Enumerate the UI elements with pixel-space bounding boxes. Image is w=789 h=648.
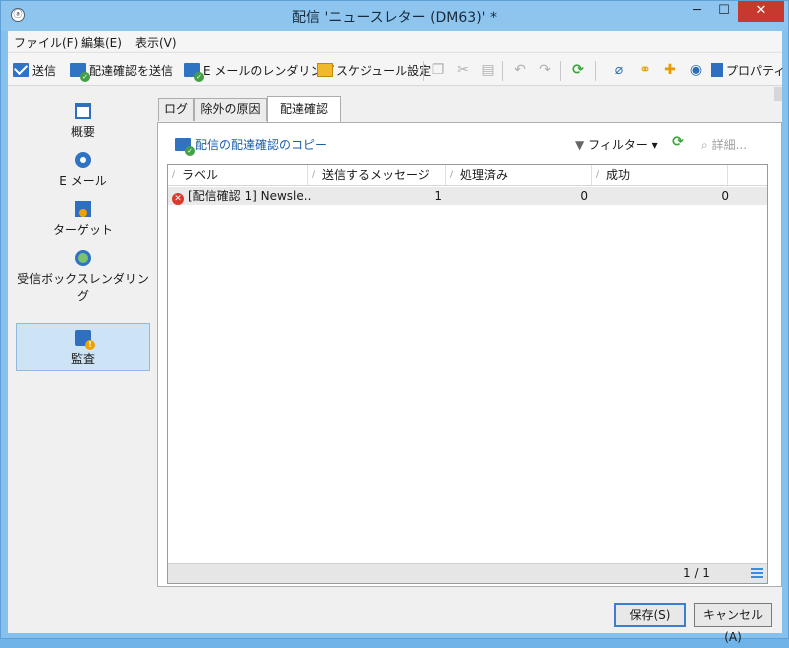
send-proof-label: 配達確認を送信 [89,63,174,78]
send-proof-button[interactable]: 配達確認を送信 [70,61,174,82]
toolbar-separator [502,61,503,81]
grid-footer: 1 / 1 [168,563,767,583]
proofs-panel: 配信の配達確認のコピー ▼ フィルター ▾ ⟳ ⌕ 詳細... ラベル 送信する… [157,122,782,587]
sidebar-item-label: 監査 [70,352,95,366]
sidebar-item-overview[interactable]: 概要 [16,103,150,147]
title-bar[interactable]: ⓐ 配信 'ニュースレター (DM63)' * ─ ☐ ✕ [1,1,788,31]
cut-icon[interactable]: ✂ [454,61,472,79]
clipboard-icon [711,63,723,77]
chevron-down-icon: ▾ [651,138,658,152]
toolbar: 送信 配達確認を送信 E メールのレンダリング スケジュール設定 ❐ ✂ ▤ ↶… [8,52,785,86]
cancel-button[interactable]: キャンセル(A) [694,603,772,644]
toolbar-separator [423,61,424,81]
send-label: 送信 [32,63,57,78]
target-icon [75,201,91,217]
schedule-button[interactable]: スケジュール設定 [317,61,431,79]
menu-view[interactable]: 表示(V) [135,34,177,51]
properties-button[interactable]: プロパティ [711,61,785,79]
audit-icon [75,330,95,350]
save-button[interactable]: 保存(S) [614,603,686,627]
row-messages: 1 [434,189,442,203]
properties-label: プロパティ [726,63,786,78]
row-processed: 0 [580,189,588,203]
filter-button[interactable]: ▼ フィルター ▾ [575,136,658,153]
email-rendering-label: E メールのレンダリング [203,63,335,78]
calendar-icon [317,63,333,77]
window-title: 配信 'ニュースレター (DM63)' * [292,10,497,26]
link-icon[interactable]: ⚭ [636,61,654,79]
sidebar: 概要 E メール ターゲット 受信ボックスレンダリング 監査 [16,97,150,597]
grid-header: ラベル 送信するメッセージ 処理済み 成功 [168,165,767,186]
row-success: 0 [721,189,729,203]
undo-icon[interactable]: ↶ [511,61,529,79]
error-icon: ✕ [172,193,184,205]
panel-toolbar: 配信の配達確認のコピー ▼ フィルター ▾ ⟳ ⌕ 詳細... [167,133,768,156]
page-indicator: 1 / 1 [683,566,710,580]
send-button[interactable]: 送信 [13,61,56,79]
tab-proofs[interactable]: 配達確認 [267,96,341,122]
column-header-messages[interactable]: 送信するメッセージ [308,165,446,185]
sidebar-item-label: 概要 [70,125,95,139]
refresh-icon[interactable]: ⟳ [669,133,687,151]
mail-check-icon [70,63,90,82]
redo-icon[interactable]: ↷ [536,61,554,79]
schedule-label: スケジュール設定 [336,63,432,78]
sidebar-item-audit[interactable]: 監査 [16,323,150,371]
globe-icon [75,250,91,266]
sidebar-item-email[interactable]: E メール [16,152,150,196]
attachment-icon[interactable]: ⌀ [610,61,628,79]
sidebar-item-inbox-rendering[interactable]: 受信ボックスレンダリング [16,250,150,303]
scrollbar[interactable] [774,87,782,101]
copy-proof-button[interactable]: 配信の配達確認のコピー [175,136,328,156]
minimize-button[interactable]: ─ [684,1,710,22]
filter-label: フィルター [588,138,648,152]
paste-icon[interactable]: ▤ [479,61,497,79]
toolbar-separator [595,61,596,81]
table-row[interactable]: ✕ [配信確認 1] Newsle.. 1 0 0 [168,187,767,205]
details-button[interactable]: ⌕ 詳細... [701,136,747,153]
close-button[interactable]: ✕ [738,1,784,22]
tracking-icon[interactable]: ◉ [687,61,705,79]
toolbar-separator [560,61,561,81]
column-header-processed[interactable]: 処理済み [446,165,592,185]
menu-bar: ファイル(F) 編集(E) 表示(V) [8,31,782,51]
main-window: ⓐ 配信 'ニュースレター (DM63)' * ─ ☐ ✕ ファイル(F) 編集… [0,0,789,644]
email-rendering-button[interactable]: E メールのレンダリング [184,61,335,82]
column-header-label[interactable]: ラベル [168,165,308,185]
menu-edit[interactable]: 編集(E) [81,34,122,51]
tab-log[interactable]: ログ [158,98,194,121]
email-icon [75,152,91,168]
sidebar-item-label: ターゲット [52,223,113,237]
column-menu-icon[interactable] [751,568,763,578]
row-label-cell: ✕ [配信確認 1] Newsle.. [172,187,312,205]
proofs-grid: ラベル 送信するメッセージ 処理済み 成功 ✕ [配信確認 1] Newsle..… [167,164,768,584]
mail-copy-icon [175,138,195,156]
copy-icon[interactable]: ❐ [429,61,447,79]
mail-icon [13,63,29,77]
details-label: 詳細... [711,138,748,152]
row-label: [配信確認 1] Newsle.. [188,189,312,203]
refresh-icon[interactable]: ⟳ [569,61,587,79]
column-header-success[interactable]: 成功 [592,165,728,185]
mail-rendering-icon [184,63,204,82]
copy-proof-label: 配信の配達確認のコピー [195,138,328,152]
sidebar-item-target[interactable]: ターゲット [16,201,150,245]
client-area: ファイル(F) 編集(E) 表示(V) 送信 配達確認を送信 E メールのレンダ… [8,31,785,644]
sidebar-item-label: 受信ボックスレンダリング [17,272,149,303]
window-icon [75,103,91,119]
maximize-button[interactable]: ☐ [711,1,737,22]
gift-icon[interactable]: ✚ [661,61,679,79]
tab-exclusions[interactable]: 除外の原因 [194,98,267,121]
search-icon: ⌕ [701,138,708,152]
sidebar-item-label: E メール [59,174,107,188]
menu-file[interactable]: ファイル(F) [14,34,78,51]
filter-icon: ▼ [575,138,585,152]
